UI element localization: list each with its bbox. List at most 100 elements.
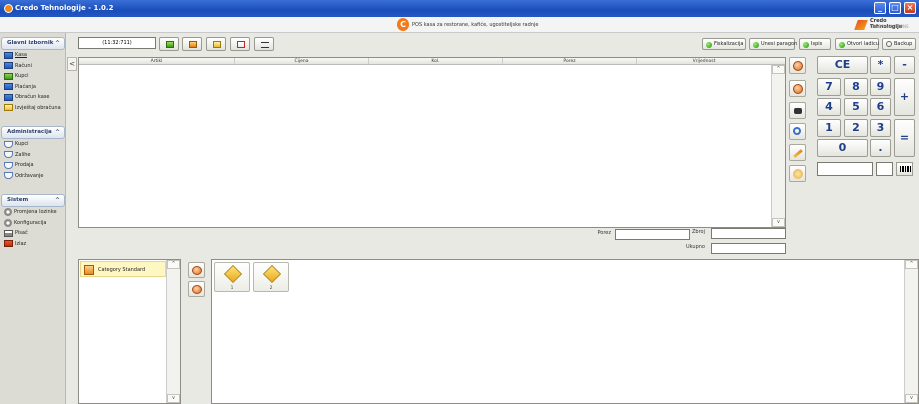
sidebar-item-kasa[interactable]: Kasa (1, 50, 65, 61)
sidebar-section-header[interactable]: Sistem ^ (1, 194, 65, 207)
zbroj-field (711, 228, 786, 239)
sidebar-item-label: Održavanje (15, 172, 44, 179)
key-6[interactable]: 6 (870, 98, 891, 116)
sidebar-item-prodaja[interactable]: Prodaja (1, 160, 65, 171)
sidebar: Glavni izbornik ^ Kasa Računi Kupci Plaća… (0, 33, 66, 404)
sidebar-item-odrzavanje[interactable]: Održavanje (1, 171, 65, 182)
otvori-ladicu-button[interactable]: Otvori ladicu (835, 38, 879, 50)
scroll-down-button[interactable]: v (167, 394, 180, 403)
sidebar-item-zalihe[interactable]: Zalihe (1, 150, 65, 161)
key-decimal[interactable]: . (870, 139, 891, 157)
tools-icon (189, 41, 197, 48)
sidebar-item-label: Pisač (15, 230, 28, 236)
grid-scrollbar[interactable]: ^ v (771, 65, 785, 227)
key-equals[interactable]: = (894, 119, 915, 157)
maximize-button[interactable]: □ (889, 2, 901, 14)
scroll-up-button[interactable]: ^ (772, 65, 785, 74)
scroll-up-button[interactable]: ^ (905, 260, 918, 269)
sidebar-item-racuni[interactable]: Računi (1, 61, 65, 72)
scroll-down-round-button[interactable] (789, 80, 806, 97)
key-3[interactable]: 3 (870, 119, 891, 137)
key-2[interactable]: 2 (844, 119, 868, 137)
minimize-button[interactable]: _ (874, 2, 886, 14)
collapse-sidebar-button[interactable]: < (67, 57, 77, 71)
category-down-button[interactable] (188, 281, 205, 297)
gear-icon (4, 218, 12, 227)
users-icon (4, 172, 13, 180)
toolbar-button-folder[interactable] (206, 37, 226, 51)
key-0[interactable]: 0 (817, 139, 868, 157)
users-icon (4, 151, 13, 159)
pencil-icon (793, 149, 803, 158)
sidebar-item-izvjestaj-obracuna[interactable]: Izvještaj obračuna (1, 103, 65, 114)
code-input[interactable] (876, 162, 893, 176)
sidebar-item-placanja[interactable]: Plaćanja (1, 82, 65, 93)
sidebar-item-obracun-kase[interactable]: Obračun kase (1, 92, 65, 103)
package-icon (262, 264, 282, 284)
section-title: Glavni izbornik (7, 40, 54, 46)
column-cijena[interactable]: Cijena (235, 58, 369, 64)
payment-button[interactable] (789, 165, 806, 182)
time-display: (11:32:711) (78, 37, 156, 49)
list-icon (261, 42, 269, 48)
key-ce[interactable]: CE (817, 56, 868, 74)
edit-button[interactable] (789, 144, 806, 161)
report-icon (4, 104, 13, 112)
sidebar-item-label: Promjena lozinke (14, 209, 57, 215)
sidebar-section-header[interactable]: Administracija ^ (1, 126, 65, 139)
sidebar-item-kupci[interactable]: Kupci (1, 71, 65, 82)
key-4[interactable]: 4 (817, 98, 841, 116)
button-label: Backup (894, 41, 913, 47)
chart-icon (166, 41, 174, 48)
sidebar-item-label: Plaćanja (15, 83, 36, 90)
sidebar-item-konfiguracija[interactable]: Konfiguracija (1, 218, 65, 229)
scroll-down-button[interactable]: v (772, 218, 785, 227)
category-up-button[interactable] (188, 262, 205, 278)
column-kol[interactable]: Kol. (369, 58, 503, 64)
product-tile[interactable]: 1 (214, 262, 250, 292)
quantity-input[interactable] (817, 162, 873, 176)
sidebar-section-header[interactable]: Glavni izbornik ^ (1, 37, 65, 50)
column-artikl[interactable]: Artikl (79, 58, 235, 64)
backup-button[interactable]: Backup (882, 38, 916, 50)
sidebar-item-admin-kupci[interactable]: Kupci (1, 139, 65, 150)
key-multiply[interactable]: * (870, 56, 891, 74)
close-button[interactable]: × (904, 2, 916, 14)
column-porez[interactable]: Porez (503, 58, 637, 64)
product-tile[interactable]: 2 (253, 262, 289, 292)
key-minus[interactable]: - (894, 56, 915, 74)
key-1[interactable]: 1 (817, 119, 841, 137)
category-item[interactable]: Category Standard (80, 261, 166, 277)
scroll-up-button[interactable]: ^ (167, 260, 180, 269)
key-9[interactable]: 9 (870, 78, 891, 96)
product-scrollbar[interactable]: ^ v (904, 260, 918, 403)
barcode-button[interactable] (896, 162, 913, 176)
column-vrijednost[interactable]: Vrijednost (637, 58, 771, 64)
pos-logo-icon: C (397, 18, 409, 31)
green-status-icon (753, 41, 759, 48)
toolbar-button-delete[interactable] (230, 37, 250, 51)
grid-header: Artikl Cijena Kol. Porez Vrijednost (79, 58, 785, 65)
sidebar-item-pisac[interactable]: Pisač (1, 228, 65, 239)
search-button[interactable] (789, 123, 806, 140)
category-scrollbar[interactable]: ^ v (166, 260, 180, 403)
order-grid[interactable]: Artikl Cijena Kol. Porez Vrijednost ^ v (78, 57, 786, 228)
sidebar-item-label: Prodaja (15, 162, 34, 168)
key-7[interactable]: 7 (817, 78, 841, 96)
unesi-paragon-button[interactable]: Unesi paragon (749, 38, 797, 50)
sidebar-section-main: Glavni izbornik ^ Kasa Računi Kupci Plaća… (1, 37, 65, 113)
sidebar-item-promjena-lozinke[interactable]: Promjena lozinke (1, 207, 65, 218)
scroll-up-round-button[interactable] (789, 57, 806, 74)
ispis-button[interactable]: Ispis (799, 38, 831, 50)
key-5[interactable]: 5 (844, 98, 868, 116)
discount-button[interactable] (789, 102, 806, 119)
fiskalizacija-button[interactable]: Fiskalizacija (702, 38, 746, 50)
key-8[interactable]: 8 (844, 78, 868, 96)
sidebar-item-izlaz[interactable]: Izlaz (1, 239, 65, 250)
toolbar-button-tools[interactable] (182, 37, 202, 51)
key-plus[interactable]: + (894, 78, 915, 116)
sidebar-item-label: Računi (15, 62, 32, 69)
toolbar-button-list[interactable] (254, 37, 274, 51)
scroll-down-button[interactable]: v (905, 394, 918, 403)
toolbar-button-chart[interactable] (159, 37, 179, 51)
